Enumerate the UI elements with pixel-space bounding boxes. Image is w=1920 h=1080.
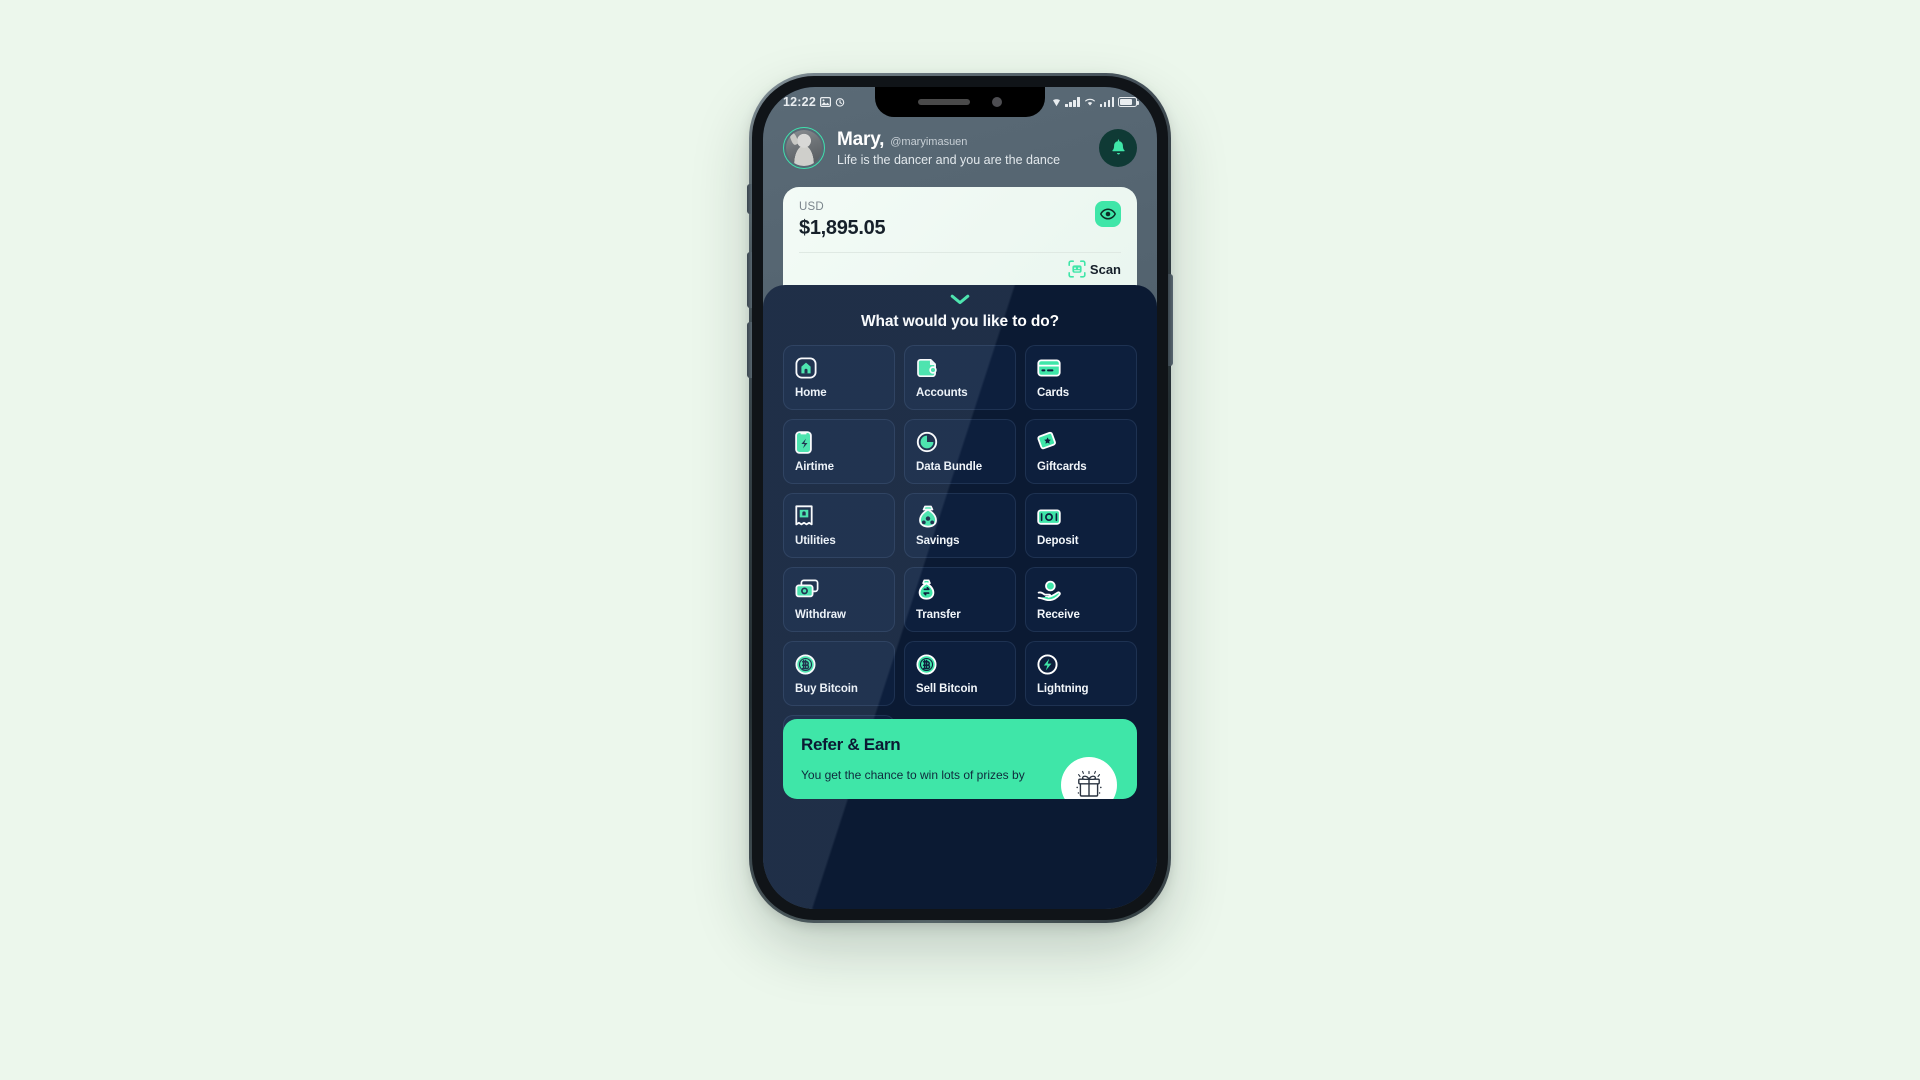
action-tile-receive[interactable]: Receive — [1025, 567, 1137, 632]
receive-hand-icon — [1037, 579, 1125, 601]
action-tile-label: Cards — [1037, 387, 1070, 399]
eye-icon — [1100, 208, 1116, 220]
notification-bell-button[interactable] — [1099, 129, 1137, 167]
action-tile-label: Utilities — [795, 535, 836, 547]
scan-button[interactable]: Scan — [1068, 260, 1121, 278]
quick-actions-grid: Home Accounts Cards Airtime Data Bundle … — [783, 345, 1137, 780]
action-tile-label: Buy Bitcoin — [795, 683, 858, 695]
wallet-icon — [916, 357, 1004, 379]
signal-bars-icon — [1052, 97, 1061, 107]
avatar-photo — [786, 130, 822, 166]
bitcoin-coin-icon — [916, 653, 1004, 675]
action-tile-label: Data Bundle — [916, 461, 982, 473]
action-tile-buy-bitcoin[interactable]: Buy Bitcoin — [783, 641, 895, 706]
scan-label: Scan — [1089, 261, 1121, 277]
phone-device-frame: 12:22 Mary, @maryimasuen Life is the dan… — [747, 73, 1173, 923]
sheet-title: What would you like to do? — [860, 313, 1060, 330]
front-camera — [992, 97, 1002, 107]
status-time: 12:22 — [783, 95, 816, 109]
balance-divider — [799, 252, 1121, 253]
action-tile-label: Withdraw — [795, 609, 846, 621]
action-tile-accounts[interactable]: Accounts — [904, 345, 1016, 410]
cash-out-icon — [795, 579, 883, 601]
actions-bottom-sheet: What would you like to do? Home Accounts… — [763, 285, 1157, 909]
status-bar-right — [1052, 97, 1140, 107]
scan-icon — [1068, 260, 1086, 278]
alarm-icon — [835, 97, 845, 107]
gift-tag-icon — [1037, 431, 1125, 453]
power-button[interactable] — [1168, 274, 1173, 366]
action-tile-sell-bitcoin[interactable]: Sell Bitcoin — [904, 641, 1016, 706]
bell-icon — [1110, 139, 1127, 157]
action-tile-transfer[interactable]: Transfer — [904, 567, 1016, 632]
mobile-phone-icon — [795, 430, 883, 454]
balance-amount: $1,895.05 — [799, 217, 886, 239]
lightning-bolt-icon — [1037, 653, 1125, 675]
action-tile-giftcards[interactable]: Giftcards — [1025, 419, 1137, 484]
earpiece-speaker — [918, 99, 970, 105]
status-bar-left: 12:22 — [783, 95, 845, 109]
transfer-bag-icon — [916, 579, 1004, 601]
pie-chart-icon — [916, 431, 1004, 453]
money-bag-icon — [916, 505, 1004, 527]
action-tile-home[interactable]: Home — [783, 345, 895, 410]
action-tile-cards[interactable]: Cards — [1025, 345, 1137, 410]
user-bio: Life is the dancer and you are the dance — [837, 153, 1061, 167]
user-name: Mary, — [837, 129, 885, 150]
action-tile-label: Deposit — [1037, 535, 1079, 547]
profile-header: Mary, @maryimasuen Life is the dancer an… — [763, 117, 1157, 169]
wifi-icon — [1084, 97, 1096, 107]
balance-card-top: USD $1,895.05 — [799, 201, 1121, 240]
phone-screen: 12:22 Mary, @maryimasuen Life is the dan… — [763, 87, 1157, 909]
user-handle: @maryimasuen — [890, 136, 968, 148]
volume-down-button[interactable] — [747, 322, 752, 378]
collapse-sheet-button[interactable] — [783, 285, 1137, 307]
action-tile-label: Lightning — [1037, 683, 1089, 695]
refer-subtitle: You get the chance to win lots of prizes… — [801, 768, 1025, 782]
balance-values: USD $1,895.05 — [799, 201, 886, 240]
action-tile-data-bundle[interactable]: Data Bundle — [904, 419, 1016, 484]
action-tile-label: Savings — [916, 535, 960, 547]
volume-up-button[interactable] — [747, 252, 752, 308]
sheet-content: What would you like to do? Home Accounts… — [763, 285, 1157, 780]
action-tile-label: Giftcards — [1037, 461, 1087, 473]
signal-strength-icon — [1099, 97, 1114, 107]
gift-box-icon — [1061, 757, 1117, 800]
credit-card-icon — [1037, 357, 1125, 379]
action-tile-utilities[interactable]: Utilities — [783, 493, 895, 558]
battery-icon — [1118, 97, 1140, 107]
action-tile-label: Accounts — [916, 387, 968, 399]
action-tile-withdraw[interactable]: Withdraw — [783, 567, 895, 632]
action-tile-label: Home — [795, 387, 827, 399]
cellular-bars-icon — [1065, 97, 1080, 107]
profile-text-block: Mary, @maryimasuen Life is the dancer an… — [837, 129, 1087, 167]
action-tile-label: Receive — [1037, 609, 1080, 621]
action-tile-label: Sell Bitcoin — [916, 683, 978, 695]
action-tile-label: Transfer — [916, 609, 961, 621]
action-tile-savings[interactable]: Savings — [904, 493, 1016, 558]
silent-switch-button[interactable] — [747, 184, 752, 214]
action-tile-lightning[interactable]: Lightning — [1025, 641, 1137, 706]
receipt-icon — [795, 504, 883, 527]
cash-stack-icon — [1037, 505, 1125, 527]
bitcoin-coin-icon — [795, 653, 883, 675]
action-tile-deposit[interactable]: Deposit — [1025, 493, 1137, 558]
toggle-balance-visibility-button[interactable] — [1095, 201, 1121, 227]
currency-label: USD — [799, 201, 824, 213]
action-tile-label: Airtime — [795, 461, 834, 473]
refer-and-earn-banner[interactable]: Refer & Earn You get the chance to win l… — [783, 719, 1137, 800]
balance-card-bottom: Scan — [799, 260, 1121, 278]
profile-name-line: Mary, @maryimasuen — [837, 129, 1087, 151]
action-tile-airtime[interactable]: Airtime — [783, 419, 895, 484]
refer-title: Refer & Earn — [801, 735, 901, 754]
avatar[interactable] — [783, 127, 825, 169]
device-notch — [875, 87, 1045, 117]
chevron-down-icon — [950, 294, 970, 305]
image-icon — [819, 97, 831, 107]
home-icon — [795, 357, 883, 379]
